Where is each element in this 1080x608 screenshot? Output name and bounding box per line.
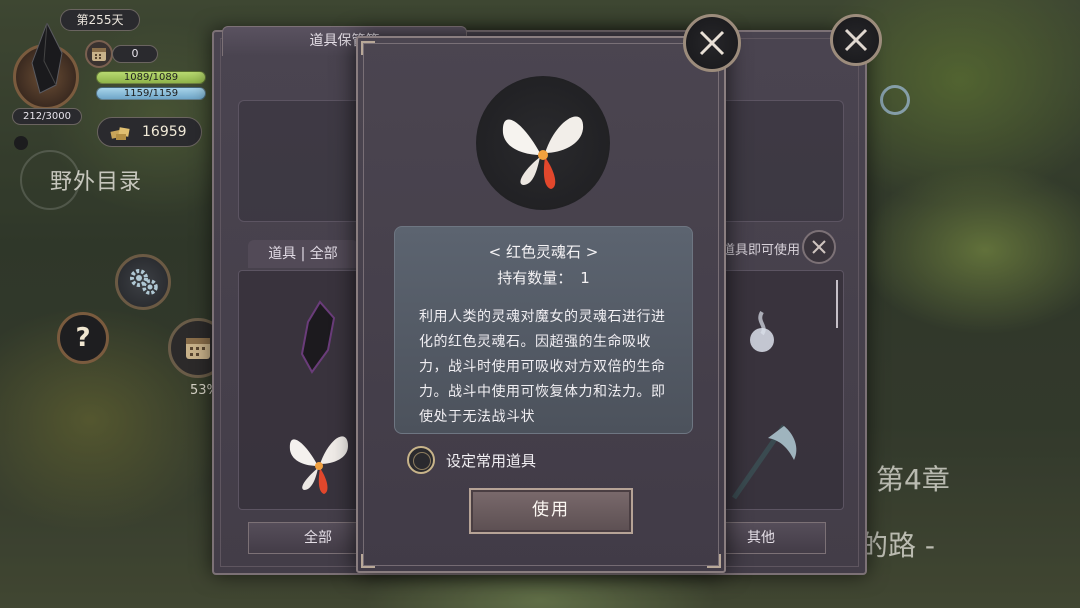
modal-corner-ornament xyxy=(707,554,721,568)
use-item-button[interactable]: 使用 xyxy=(469,488,633,534)
item-detail-modal: < 红色灵魂石 > 持有数量： 1 利用人类的灵魂对魔女的灵魂石进行进化的红色灵魂… xyxy=(356,36,726,573)
dark-crystal-item[interactable] xyxy=(290,298,346,376)
favorite-item-label[interactable]: 设定常用道具 xyxy=(446,450,536,471)
gear-icon xyxy=(130,269,158,295)
modal-corner-ornament xyxy=(361,41,375,55)
settings-button[interactable] xyxy=(115,254,171,310)
help-button[interactable]: ? xyxy=(57,312,109,364)
item-description-box: < 红色灵魂石 > 持有数量： 1 利用人类的灵魂对魔女的灵魂石进行进化的红色灵魂… xyxy=(394,226,693,434)
calendar-icon xyxy=(92,48,106,61)
player-crystal-avatar[interactable] xyxy=(13,23,79,110)
item-icon-frame xyxy=(476,76,610,210)
quick-use-toggle[interactable] xyxy=(802,230,836,264)
spirit-wisp-item[interactable] xyxy=(742,308,782,360)
day-counter: 第255天 xyxy=(60,9,140,31)
status-dot xyxy=(14,136,28,150)
butterfly-soulstone-icon xyxy=(502,116,584,189)
gold-amount: 16959 xyxy=(142,124,187,140)
close-icon xyxy=(812,240,826,254)
modal-corner-ornament xyxy=(361,554,375,568)
favorite-item-checkbox[interactable] xyxy=(407,446,435,474)
item-description: 利用人类的灵魂对魔女的灵魂石进行进化的红色灵魂石。因超强的生命吸收力，战斗时使用… xyxy=(419,309,666,425)
gold-icon xyxy=(110,127,130,140)
scythe-item[interactable] xyxy=(724,414,804,504)
quantity-label: 持有数量： xyxy=(497,269,573,287)
xp-counter: 212/3000 xyxy=(12,108,82,125)
butterfly-soulstone-item[interactable] xyxy=(284,420,354,500)
gold-display: 16959 xyxy=(97,117,202,147)
inventory-filter-label[interactable]: 道具 | 全部 xyxy=(248,240,358,268)
field-catalog-title[interactable]: 野外目录 xyxy=(50,164,142,196)
calendar-button[interactable] xyxy=(85,40,113,68)
quantity-value: 1 xyxy=(580,269,590,287)
crystal-icon xyxy=(31,23,63,94)
mp-bar: 1159/1159 xyxy=(96,87,206,100)
close-icon xyxy=(699,30,725,56)
modal-close-button[interactable] xyxy=(683,14,741,72)
close-icon xyxy=(844,28,868,52)
chapter-label: 第4章 xyxy=(876,463,950,496)
inventory-quick-use-label: 道具即可使用 xyxy=(722,243,801,258)
inventory-close-button[interactable] xyxy=(830,14,882,66)
item-quantity: 持有数量： 1 xyxy=(395,267,692,288)
calendar-icon xyxy=(186,338,210,359)
hp-bar: 1089/1089 xyxy=(96,71,206,84)
inventory-scrollbar[interactable] xyxy=(836,280,838,328)
item-name: < 红色灵魂石 > xyxy=(488,243,599,261)
calendar-counter: 0 xyxy=(112,45,158,63)
world-marker-icon xyxy=(880,85,910,115)
